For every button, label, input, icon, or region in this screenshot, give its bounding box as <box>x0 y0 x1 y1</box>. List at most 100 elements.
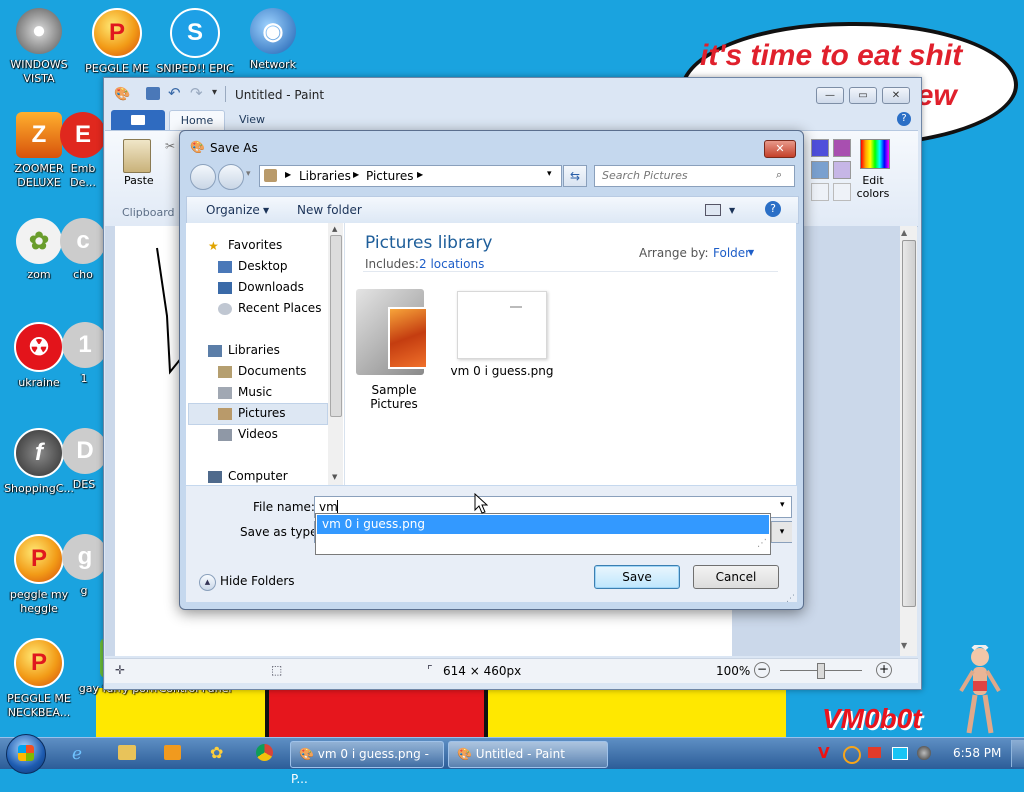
redo-icon[interactable]: ↷ <box>190 84 203 102</box>
show-desktop-button[interactable] <box>1011 740 1024 767</box>
view-options-icon[interactable] <box>705 204 721 216</box>
quick-access-dropdown-icon[interactable]: ▾ <box>212 87 217 98</box>
nav-favorites[interactable]: Favorites <box>228 238 282 252</box>
scroll-down-icon[interactable]: ▼ <box>901 641 907 650</box>
color-swatch-1[interactable] <box>811 139 829 157</box>
chrome-icon[interactable] <box>256 744 273 761</box>
file-name-dropdown-icon[interactable]: ▾ <box>780 500 785 510</box>
breadcrumb-pictures[interactable]: Pictures <box>366 169 414 183</box>
desktop-icon-peggle-neckbeard[interactable]: P PEGGLE ME NECKBEA... <box>0 638 79 720</box>
nav-downloads[interactable]: Downloads <box>238 280 304 294</box>
tray-volume-icon[interactable] <box>917 746 931 760</box>
paste-icon[interactable] <box>123 139 151 173</box>
organize-dropdown-icon[interactable]: ▼ <box>263 206 269 215</box>
autocomplete-resize-grip-icon[interactable]: ⋰ <box>757 538 767 549</box>
hide-folders-button[interactable]: Hide Folders <box>220 574 295 588</box>
desktop-icon-g[interactable]: g g <box>62 534 106 598</box>
organize-button[interactable]: Organize <box>206 203 260 217</box>
recent-pages-dropdown-icon[interactable]: ▾ <box>246 169 251 179</box>
media-player-icon[interactable] <box>164 745 181 760</box>
tab-view[interactable]: View <box>232 110 272 130</box>
nav-scroll-down-icon[interactable]: ▼ <box>332 473 337 481</box>
desktop-icon-network[interactable]: ◉ Network <box>233 8 313 72</box>
start-button[interactable] <box>6 734 46 774</box>
autocomplete-item[interactable]: vm 0 i guess.png <box>317 515 769 534</box>
paste-label[interactable]: Paste <box>124 174 154 187</box>
undo-icon[interactable]: ↶ <box>168 84 181 102</box>
refresh-button[interactable]: ⇆ <box>563 165 587 187</box>
flash-icon: f <box>14 428 64 478</box>
tab-home[interactable]: Home <box>169 110 225 131</box>
taskbar-button-vm-paint[interactable]: 🎨 vm 0 i guess.png - P... <box>290 741 444 786</box>
breadcrumb-libraries[interactable]: Libraries <box>299 169 351 183</box>
nav-recent-places[interactable]: Recent Places <box>238 301 321 315</box>
address-bar[interactable]: ▶ Libraries ▶ Pictures ▶ ▾ <box>259 165 562 187</box>
nav-music[interactable]: Music <box>238 385 272 399</box>
arrange-by-value[interactable]: Folder <box>713 246 750 260</box>
nav-libraries[interactable]: Libraries <box>228 343 280 357</box>
scroll-thumb[interactable] <box>902 240 916 607</box>
resize-grip-icon[interactable]: ⋰ <box>786 594 795 604</box>
edit-colors-icon[interactable] <box>860 139 890 169</box>
new-folder-button[interactable]: New folder <box>297 203 362 217</box>
internet-explorer-icon[interactable]: ℯ <box>72 744 82 764</box>
tray-network-icon[interactable] <box>892 747 908 760</box>
desktop-icon-sniped[interactable]: S SNIPED!! EPIC <box>155 8 235 76</box>
address-dropdown-icon[interactable]: ▾ <box>547 169 552 179</box>
color-swatch-4[interactable] <box>833 161 851 179</box>
tray-v-icon[interactable]: V <box>818 744 830 762</box>
nav-documents[interactable]: Documents <box>238 364 306 378</box>
desktop-icon-1[interactable]: 1 1 <box>62 322 106 386</box>
forward-button[interactable] <box>218 164 244 190</box>
file-view: Pictures library Includes: 2 locations A… <box>345 223 796 485</box>
explorer-folder-icon[interactable] <box>118 745 136 760</box>
edit-colors-label[interactable]: Edit colors <box>853 174 893 200</box>
cancel-button[interactable]: Cancel <box>693 565 779 589</box>
save-as-type-dropdown-icon[interactable]: ▾ <box>771 522 792 542</box>
nav-scrollbar[interactable]: ▲ ▼ <box>328 223 343 485</box>
desktop-icon-cho[interactable]: c cho <box>60 218 106 282</box>
tray-search-icon[interactable] <box>843 746 861 764</box>
paint-taskbar-icon[interactable]: ✿ <box>210 743 223 762</box>
color-swatch-empty-2[interactable] <box>833 183 851 201</box>
paint-title-bar[interactable]: 🎨 ↶ ↷ ▾ Untitled - Paint — ▭ ✕ <box>104 78 921 110</box>
color-swatch-2[interactable] <box>833 139 851 157</box>
desktop-icon-des[interactable]: D DES <box>62 428 106 492</box>
scroll-up-icon[interactable]: ▲ <box>901 228 907 237</box>
dialog-close-button[interactable]: ✕ <box>764 140 796 158</box>
desktop-icon-windows-vista[interactable]: ● WINDOWS VISTA <box>0 8 79 86</box>
hide-folders-icon[interactable]: ▲ <box>199 574 216 591</box>
file-vm-0-i-guess[interactable]: vm 0 i guess.png <box>451 285 555 395</box>
view-options-dropdown-icon[interactable]: ▼ <box>729 206 735 215</box>
dialog-help-icon[interactable]: ? <box>765 201 781 217</box>
nav-pictures[interactable]: Pictures <box>238 406 286 420</box>
maximize-button[interactable]: ▭ <box>849 87 877 104</box>
minimize-button[interactable]: — <box>816 87 844 104</box>
back-button[interactable] <box>190 164 216 190</box>
zoom-in-button[interactable]: + <box>876 662 892 678</box>
clock[interactable]: 6:58 PM <box>953 746 1001 760</box>
color-swatch-3[interactable] <box>811 161 829 179</box>
includes-locations-link[interactable]: 2 locations <box>419 257 484 271</box>
search-input[interactable]: Search Pictures <box>594 165 795 187</box>
save-icon[interactable] <box>146 87 160 100</box>
paint-menu-button[interactable] <box>111 110 165 130</box>
tray-flag-icon[interactable] <box>868 747 881 758</box>
nav-scroll-up-icon[interactable]: ▲ <box>332 225 337 233</box>
nav-desktop[interactable]: Desktop <box>238 259 288 273</box>
cut-icon[interactable]: ✂ <box>165 139 175 153</box>
help-icon[interactable]: ? <box>897 112 911 126</box>
nav-scroll-thumb[interactable] <box>330 235 342 417</box>
arrange-by-dropdown-icon[interactable]: ▼ <box>748 248 754 257</box>
nav-videos[interactable]: Videos <box>238 427 278 441</box>
nav-computer[interactable]: Computer <box>228 469 288 483</box>
desktop-icon-emb[interactable]: E Emb De... <box>58 112 108 190</box>
save-button[interactable]: Save <box>594 565 680 589</box>
taskbar-button-untitled-paint[interactable]: 🎨 Untitled - Paint <box>448 741 608 768</box>
zoom-out-button[interactable]: − <box>754 662 770 678</box>
close-button[interactable]: ✕ <box>882 87 910 104</box>
color-swatch-empty-1[interactable] <box>811 183 829 201</box>
folder-sample-pictures[interactable]: Sample Pictures <box>350 285 436 411</box>
vertical-scrollbar[interactable]: ▲ ▼ <box>900 226 917 656</box>
zoom-slider-thumb[interactable] <box>817 663 825 679</box>
